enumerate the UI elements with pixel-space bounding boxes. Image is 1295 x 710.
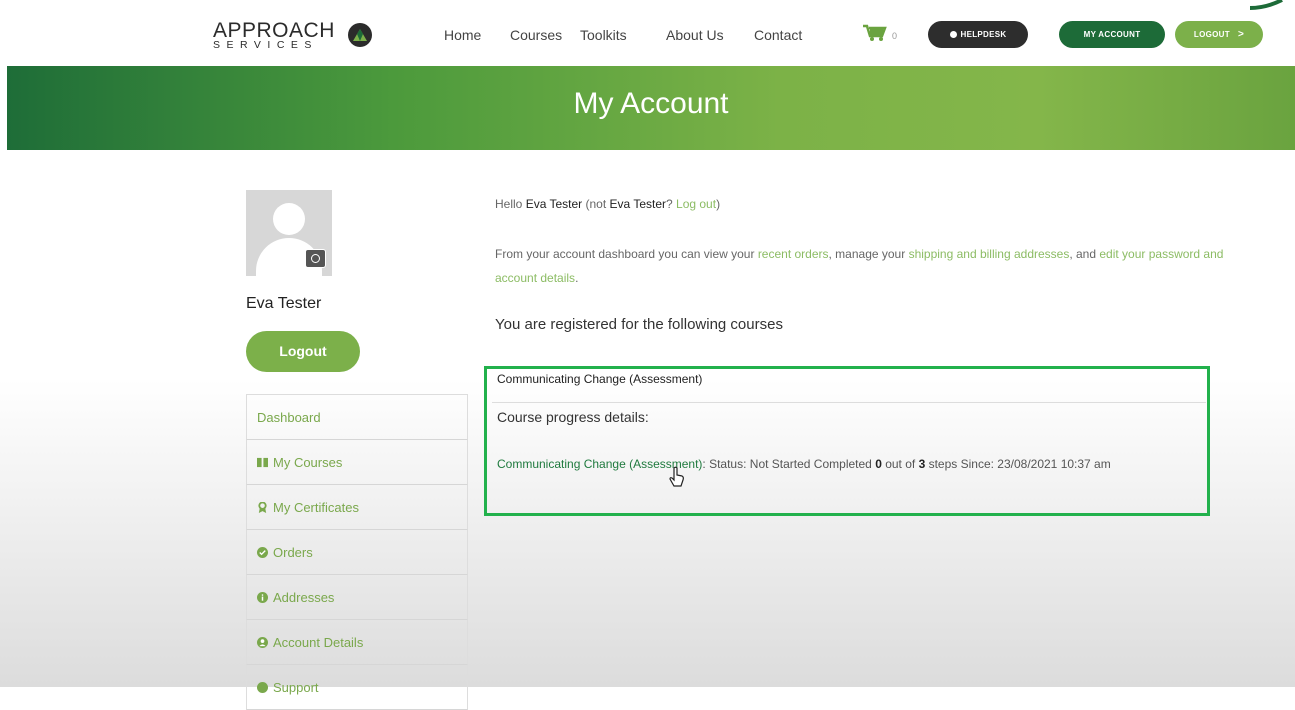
book-icon — [257, 457, 268, 468]
header-logout-button[interactable]: LOGOUT > — [1175, 21, 1263, 48]
intro-text-2: , manage your — [828, 247, 909, 261]
info-icon — [949, 31, 957, 38]
logo-word: APPROACH — [213, 19, 335, 42]
menu-item-addresses[interactable]: Addresses — [246, 575, 468, 620]
chevron-right-icon: > — [1237, 29, 1245, 40]
hand-cursor-icon — [669, 466, 684, 487]
info-circle-icon — [257, 592, 268, 603]
course-title: Communicating Change (Assessment) — [497, 372, 703, 386]
course-highlight-box — [484, 366, 1210, 516]
menu-item-account-details[interactable]: Account Details — [246, 620, 468, 665]
helpdesk-button[interactable]: HELPDESK — [928, 21, 1028, 48]
course-since: steps Since: 23/08/2021 10:37 am — [925, 457, 1111, 471]
course-completed-count: 0 — [875, 457, 882, 471]
profile-name: Eva Tester — [246, 295, 322, 312]
my-account-label: MY ACCOUNT — [1083, 30, 1141, 39]
nav-toolkits[interactable]: Toolkits — [580, 27, 627, 43]
nav-courses[interactable]: Courses — [510, 27, 562, 43]
menu-item-dashboard[interactable]: Dashboard — [246, 395, 468, 440]
logout-button[interactable]: Logout — [246, 331, 360, 372]
corner-decoration-icon — [1249, 0, 1283, 10]
header-logout-label: LOGOUT — [1193, 30, 1230, 39]
helpdesk-label: HELPDESK — [960, 30, 1007, 39]
nav-about-us[interactable]: About Us — [666, 27, 724, 43]
course-progress-details: Communicating Change (Assessment): Statu… — [497, 448, 1202, 480]
my-account-button[interactable]: MY ACCOUNT — [1059, 21, 1165, 48]
page-title: My Account — [573, 87, 729, 120]
menu-item-label: Dashboard — [257, 410, 321, 425]
menu-item-label: Account Details — [273, 635, 364, 650]
registered-heading: You are registered for the following cou… — [495, 316, 783, 333]
course-out-of: out of — [881, 457, 919, 471]
greeting: Hello Eva Tester (not Eva Tester? Log ou… — [495, 197, 720, 211]
logout-link[interactable]: Log out — [676, 197, 716, 211]
nav-contact[interactable]: Contact — [754, 27, 802, 43]
course-status-text: : Status: Not Started Completed — [702, 457, 876, 471]
question-circle-icon — [257, 682, 268, 693]
intro-text-3: , and — [1069, 247, 1100, 261]
site-header: APPROACH SERVICES Home Courses Toolkits … — [0, 0, 1295, 66]
menu-item-label: My Courses — [273, 455, 343, 470]
intro-text-4: . — [575, 271, 579, 285]
greeting-prefix: Hello — [495, 197, 526, 211]
greeting-close: ) — [716, 197, 721, 211]
site-logo[interactable]: APPROACH SERVICES — [213, 19, 373, 51]
greeting-not: (not — [582, 197, 610, 211]
user-circle-icon — [257, 637, 268, 648]
nav-home[interactable]: Home — [444, 27, 481, 43]
menu-item-my-certificates[interactable]: My Certificates — [246, 485, 468, 530]
menu-item-label: My Certificates — [273, 500, 359, 515]
intro-text-1: From your account dashboard you can view… — [495, 247, 758, 261]
greeting-not-user: Eva Tester — [609, 197, 667, 211]
dashboard-intro: From your account dashboard you can view… — [495, 242, 1225, 290]
check-circle-icon — [257, 547, 268, 558]
menu-item-support[interactable]: Support — [246, 665, 468, 710]
cart-count: 0 — [892, 31, 898, 41]
account-menu: Dashboard My Courses My Certificates Ord… — [246, 394, 468, 710]
menu-item-my-courses[interactable]: My Courses — [246, 440, 468, 485]
addresses-link[interactable]: shipping and billing addresses — [909, 247, 1070, 261]
camera-icon[interactable] — [305, 249, 326, 268]
logo-subword: SERVICES — [213, 39, 318, 51]
course-divider — [492, 402, 1206, 403]
page-banner: My Account — [7, 66, 1295, 150]
menu-item-label: Orders — [273, 545, 313, 560]
greeting-question: ? — [666, 197, 677, 211]
logo-mountain-icon — [348, 23, 372, 47]
menu-item-orders[interactable]: Orders — [246, 530, 468, 575]
cart-icon[interactable] — [862, 24, 888, 47]
menu-item-label: Support — [273, 680, 319, 695]
greeting-user: Eva Tester — [525, 197, 583, 211]
recent-orders-link[interactable]: recent orders — [758, 247, 829, 261]
menu-item-label: Addresses — [273, 590, 335, 605]
course-progress-heading: Course progress details: — [497, 409, 649, 425]
award-icon — [258, 502, 267, 513]
